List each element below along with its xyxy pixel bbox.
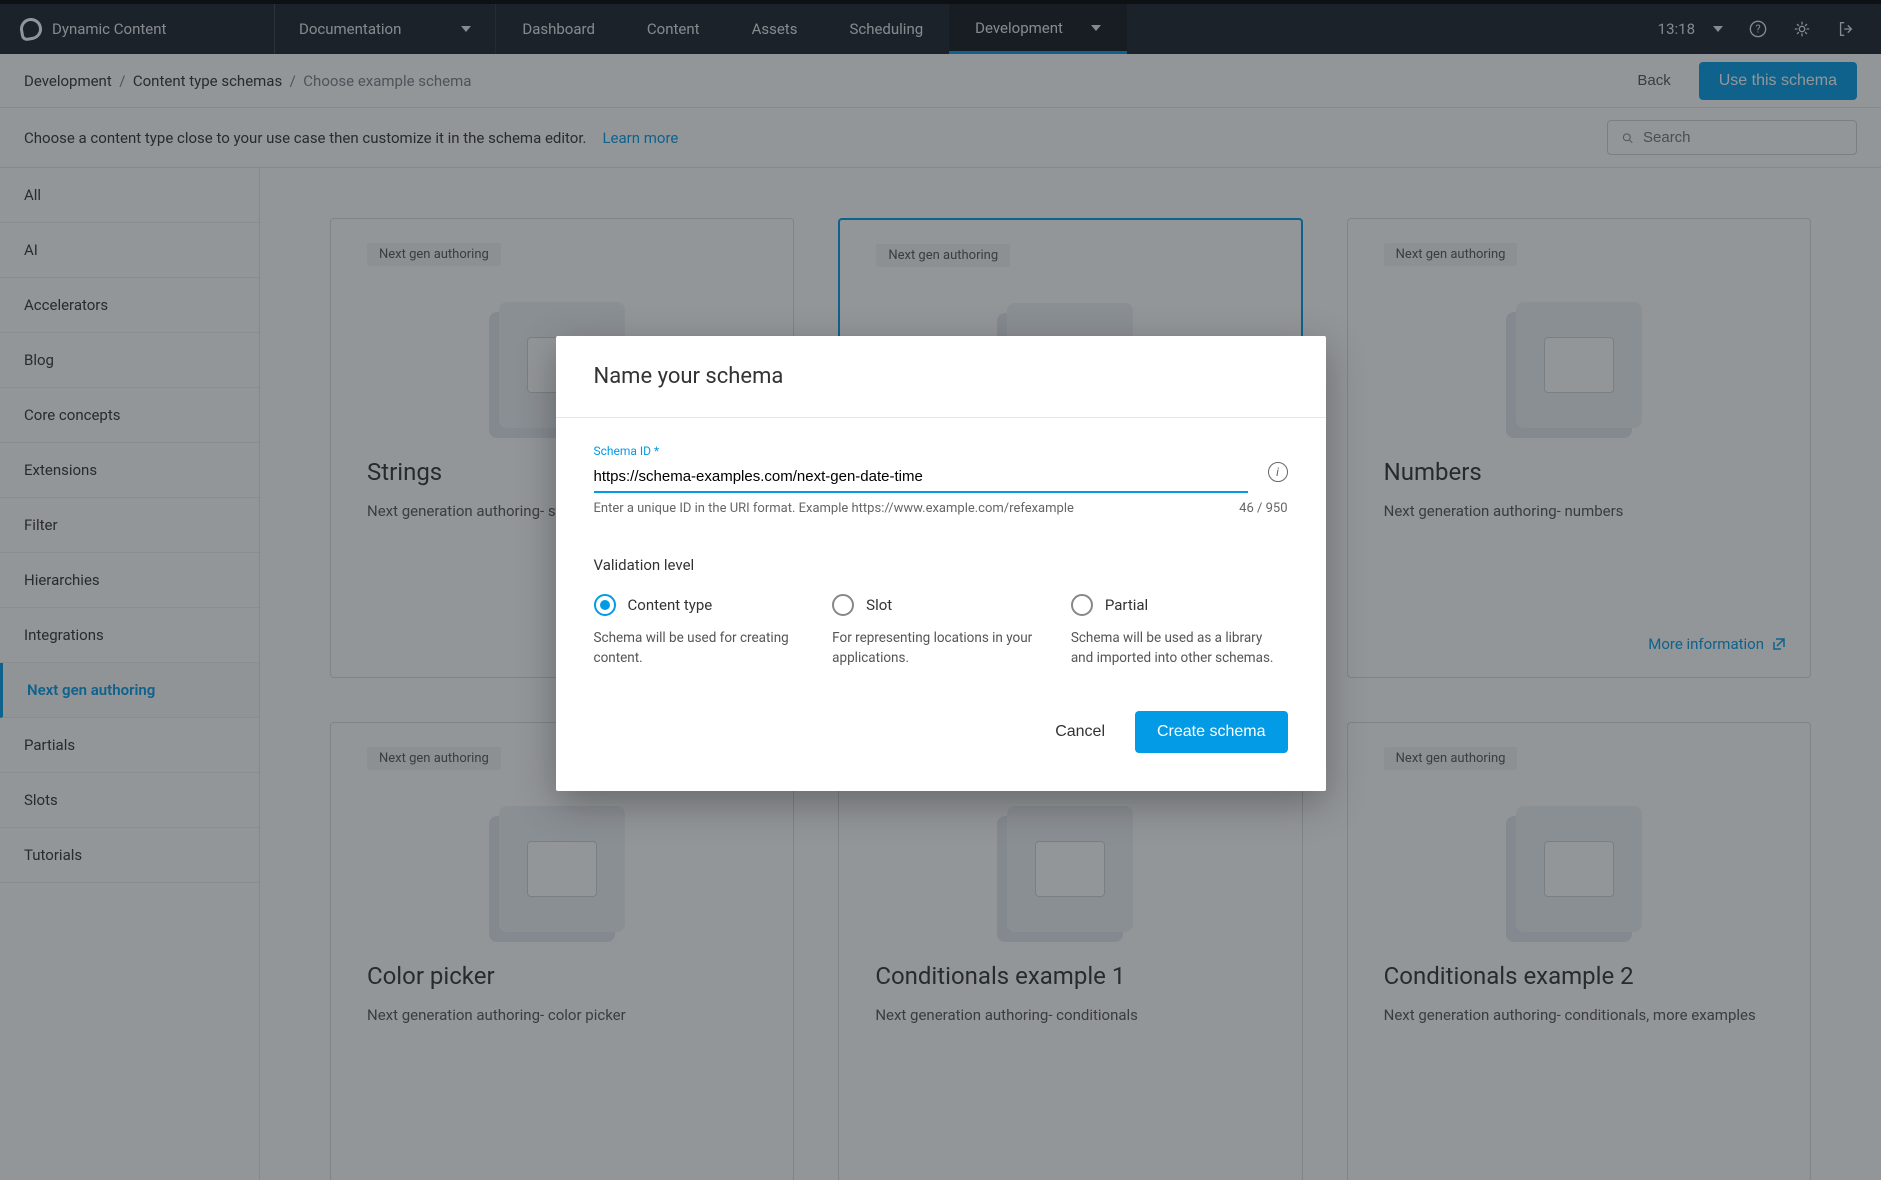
create-schema-button[interactable]: Create schema	[1135, 711, 1288, 753]
schema-id-helper: Enter a unique ID in the URI format. Exa…	[594, 501, 1074, 516]
name-schema-modal: Name your schema Schema ID * i Enter a u…	[556, 336, 1326, 791]
info-icon[interactable]: i	[1268, 462, 1288, 482]
cancel-button[interactable]: Cancel	[1033, 711, 1127, 753]
schema-id-field: Schema ID * i	[594, 444, 1288, 493]
radio-icon	[1071, 594, 1093, 616]
radio-icon	[832, 594, 854, 616]
radio-description: Schema will be used for creating content…	[594, 628, 811, 669]
schema-id-counter: 46 / 950	[1239, 501, 1287, 516]
schema-id-label: Schema ID *	[594, 444, 1288, 458]
radio-description: Schema will be used as a library and imp…	[1071, 628, 1288, 669]
validation-level-label: Validation level	[594, 556, 1288, 574]
radio-content-type[interactable]: Content type Schema will be used for cre…	[594, 594, 811, 669]
radio-partial[interactable]: Partial Schema will be used as a library…	[1071, 594, 1288, 669]
validation-radios: Content type Schema will be used for cre…	[594, 594, 1288, 669]
radio-slot[interactable]: Slot For representing locations in your …	[832, 594, 1049, 669]
radio-icon	[594, 594, 616, 616]
radio-label: Content type	[628, 596, 713, 614]
radio-label: Slot	[866, 596, 892, 614]
radio-description: For representing locations in your appli…	[832, 628, 1049, 669]
modal-title: Name your schema	[556, 336, 1326, 418]
radio-label: Partial	[1105, 596, 1148, 614]
schema-id-input[interactable]	[594, 460, 1248, 493]
